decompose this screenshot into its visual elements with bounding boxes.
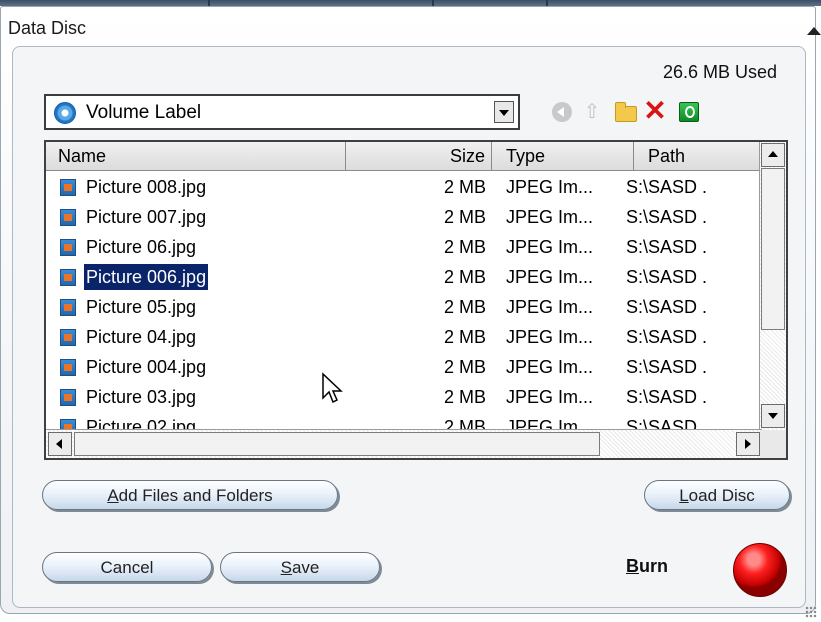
cancel-button[interactable]: Cancel — [42, 552, 212, 582]
file-name: Picture 004.jpg — [86, 357, 207, 377]
file-type: JPEG Im... — [506, 177, 594, 197]
back-icon[interactable] — [549, 99, 575, 125]
file-size: 2 MB — [443, 387, 486, 407]
horizontal-scroll-thumb[interactable] — [74, 432, 600, 456]
file-name: Picture 007.jpg — [86, 207, 207, 227]
file-name: Picture 04.jpg — [86, 327, 197, 347]
file-path: S:\SASD . — [626, 177, 708, 197]
scroll-right-icon[interactable] — [736, 432, 760, 456]
chevron-down-icon[interactable] — [494, 101, 514, 123]
disc-icon — [54, 102, 76, 124]
new-folder-icon[interactable] — [612, 99, 638, 125]
image-file-icon — [60, 389, 76, 406]
volume-label-text: Volume Label — [86, 102, 202, 123]
file-rows: Picture 008.jpg 2 MB JPEG Im... S:\SASD … — [46, 172, 762, 442]
burn-small-icon[interactable] — [676, 99, 702, 125]
scroll-left-icon[interactable] — [48, 432, 72, 456]
file-list[interactable]: Name Size Type Path Picture 008.jpg 2 MB… — [44, 140, 788, 460]
column-header-type[interactable]: Type — [492, 142, 634, 170]
up-folder-icon[interactable]: ⇧ — [579, 99, 605, 125]
vertical-scroll-thumb[interactable] — [761, 168, 785, 330]
button-label: oad Disc — [688, 486, 755, 505]
image-file-icon — [60, 239, 76, 256]
scrollbar-corner — [760, 430, 786, 458]
file-row[interactable]: Picture 05.jpg 2 MB JPEG Im... S:\SASD . — [46, 292, 762, 322]
file-size: 2 MB — [443, 357, 486, 377]
file-type: JPEG Im... — [506, 207, 594, 227]
file-path: S:\SASD . — [626, 357, 708, 377]
button-label: dd Files and Folders — [118, 486, 273, 505]
file-type: JPEG Im... — [506, 327, 594, 347]
resize-grip-icon[interactable] — [805, 606, 817, 618]
horizontal-scrollbar[interactable] — [46, 429, 762, 458]
image-file-icon — [60, 329, 76, 346]
image-file-icon — [60, 269, 76, 286]
load-disc-button[interactable]: Load Disc — [644, 480, 790, 510]
add-files-and-folders-button[interactable]: Add Files and Folders — [42, 480, 338, 510]
file-path: S:\SASD . — [626, 267, 708, 287]
volume-label-dropdown[interactable]: Volume Label — [44, 94, 520, 130]
file-type: JPEG Im... — [506, 237, 594, 257]
file-size: 2 MB — [443, 237, 486, 257]
file-row[interactable]: Picture 03.jpg 2 MB JPEG Im... S:\SASD . — [46, 382, 762, 412]
file-row[interactable]: Picture 06.jpg 2 MB JPEG Im... S:\SASD . — [46, 232, 762, 262]
file-row-selected[interactable]: Picture 006.jpg 2 MB JPEG Im... S:\SASD … — [46, 262, 762, 292]
button-label: urn — [639, 556, 668, 576]
scroll-down-icon[interactable] — [761, 404, 785, 428]
save-button[interactable]: Save — [220, 552, 380, 582]
burn-button[interactable] — [733, 543, 787, 597]
access-key: L — [679, 486, 689, 505]
file-type: JPEG Im... — [506, 357, 594, 377]
collapse-arrow-icon[interactable] — [807, 27, 821, 35]
disc-usage-label: 26.6 MB Used — [662, 62, 777, 82]
panel-title: Data Disc — [8, 18, 87, 38]
column-header-name[interactable]: Name — [46, 142, 346, 170]
file-name: Picture 06.jpg — [86, 237, 197, 257]
file-path: S:\SASD . — [626, 297, 708, 317]
vertical-scrollbar[interactable] — [759, 142, 786, 430]
burn-label: Burn — [626, 556, 668, 577]
file-size: 2 MB — [443, 267, 486, 287]
file-type: JPEG Im... — [506, 387, 594, 407]
file-size: 2 MB — [443, 327, 486, 347]
column-header-size[interactable]: Size — [346, 142, 492, 170]
file-size: 2 MB — [443, 297, 486, 317]
access-key: B — [626, 556, 639, 576]
file-path: S:\SASD . — [626, 207, 708, 227]
file-size: 2 MB — [443, 207, 486, 227]
file-path: S:\SASD . — [626, 387, 708, 407]
access-key: S — [280, 558, 292, 577]
file-path: S:\SASD . — [626, 237, 708, 257]
file-type: JPEG Im... — [506, 297, 594, 317]
file-name: Picture 03.jpg — [86, 387, 197, 407]
data-disc-window: Data Disc 26.6 MB Used Volume Label ⇧ ✕ … — [0, 0, 821, 622]
file-list-header: Name Size Type Path — [46, 142, 762, 171]
image-file-icon — [60, 359, 76, 376]
image-file-icon — [60, 209, 76, 226]
image-file-icon — [60, 179, 76, 196]
delete-icon[interactable]: ✕ — [642, 97, 668, 125]
mouse-pointer-icon — [322, 372, 343, 404]
file-row[interactable]: Picture 007.jpg 2 MB JPEG Im... S:\SASD … — [46, 202, 762, 232]
file-name: Picture 008.jpg — [86, 177, 207, 197]
file-row[interactable]: Picture 04.jpg 2 MB JPEG Im... S:\SASD . — [46, 322, 762, 352]
column-header-path[interactable]: Path — [634, 142, 762, 170]
access-key: A — [107, 486, 119, 505]
file-path: S:\SASD . — [626, 327, 708, 347]
image-file-icon — [60, 299, 76, 316]
file-row[interactable]: Picture 004.jpg 2 MB JPEG Im... S:\SASD … — [46, 352, 762, 382]
file-name: Picture 006.jpg — [84, 264, 209, 290]
file-name: Picture 05.jpg — [86, 297, 197, 317]
button-label: ave — [291, 558, 320, 577]
scroll-up-icon[interactable] — [761, 143, 785, 167]
file-row[interactable]: Picture 008.jpg 2 MB JPEG Im... S:\SASD … — [46, 172, 762, 202]
file-size: 2 MB — [443, 177, 486, 197]
file-type: JPEG Im... — [506, 267, 594, 287]
